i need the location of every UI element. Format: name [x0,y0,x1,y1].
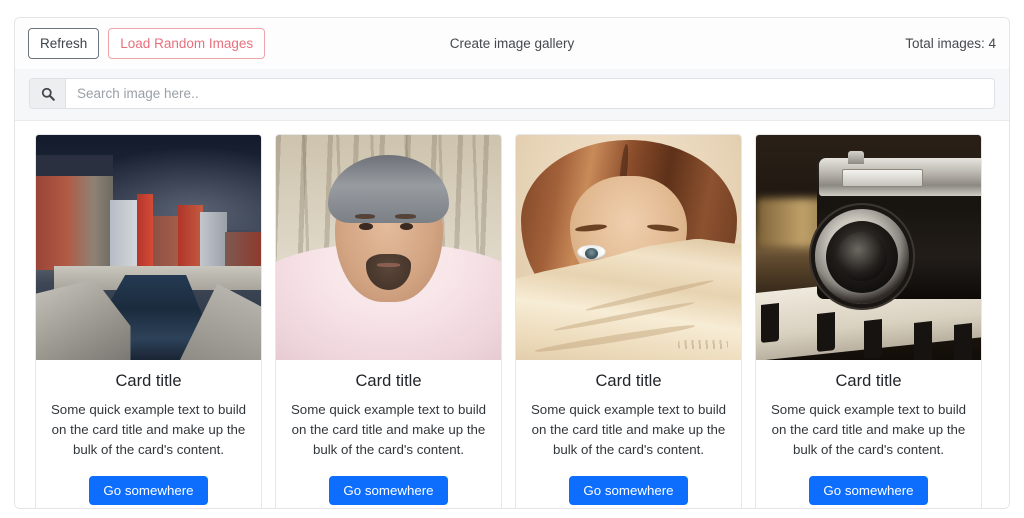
riverside-city-photo [36,135,261,360]
go-somewhere-button[interactable]: Go somewhere [329,475,448,506]
woman-illustration-photo [516,135,741,360]
image-card[interactable]: Card title Some quick example text to bu… [755,134,982,508]
search-icon [30,79,66,108]
image-gallery-page: Refresh Load Random Images Create image … [0,0,1024,518]
image-card[interactable]: Card title Some quick example text to bu… [275,134,502,508]
toolbar-button-group: Refresh Load Random Images [28,27,266,60]
gallery-panel: Refresh Load Random Images Create image … [14,17,1010,509]
image-card[interactable]: Card title Some quick example text to bu… [515,134,742,508]
toolbar: Refresh Load Random Images Create image … [15,18,1009,69]
search-input[interactable] [66,79,994,108]
total-images-count: Total images: 4 [905,36,996,51]
card-body: Card title Some quick example text to bu… [756,360,981,508]
card-text: Some quick example text to build on the … [50,402,247,457]
card-text: Some quick example text to build on the … [530,402,727,457]
search-row [15,69,1009,121]
card-title: Card title [835,372,902,390]
go-somewhere-button[interactable]: Go somewhere [809,475,928,506]
card-title: Card title [115,372,182,390]
search-input-group[interactable] [29,78,995,109]
image-card-grid: Card title Some quick example text to bu… [15,121,1009,508]
refresh-button[interactable]: Refresh [28,27,100,60]
card-body: Card title Some quick example text to bu… [516,360,741,508]
card-text: Some quick example text to build on the … [770,402,967,457]
vintage-camera-photo [756,135,981,360]
card-title: Card title [595,372,662,390]
image-card[interactable]: Card title Some quick example text to bu… [35,134,262,508]
load-random-images-button[interactable]: Load Random Images [108,27,266,60]
card-title: Card title [355,372,422,390]
card-text: Some quick example text to build on the … [290,402,487,457]
card-body: Card title Some quick example text to bu… [36,360,261,508]
go-somewhere-button[interactable]: Go somewhere [569,475,688,506]
go-somewhere-button[interactable]: Go somewhere [89,475,208,506]
card-body: Card title Some quick example text to bu… [276,360,501,508]
man-portrait-photo [276,135,501,360]
